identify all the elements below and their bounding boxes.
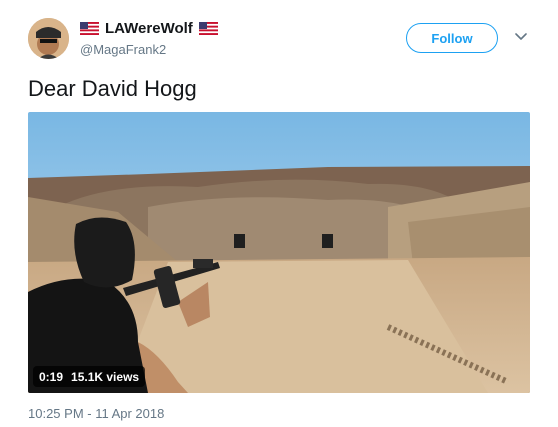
follow-button[interactable]: Follow [406,23,498,53]
us-flag-icon [80,22,99,35]
avatar-image [28,18,69,59]
author-name-row: LAWereWolf [80,20,218,37]
user-handle[interactable]: @MagaFrank2 [80,42,166,57]
display-name[interactable]: LAWereWolf [105,20,193,37]
us-flag-icon [198,22,218,35]
video-frame [28,112,530,393]
avatar[interactable] [28,18,69,59]
tweet-text: Dear David Hogg [28,76,197,101]
video-duration: 0:19 [39,369,64,384]
tweet-timestamp[interactable]: 10:25 PM - 11 Apr 2018 [28,406,164,421]
chevron-down-icon[interactable] [515,33,527,41]
video-stats-badge: 0:19 15.1K views [33,366,146,387]
video-player[interactable] [28,112,530,393]
video-views: 15.1K views [71,369,140,384]
